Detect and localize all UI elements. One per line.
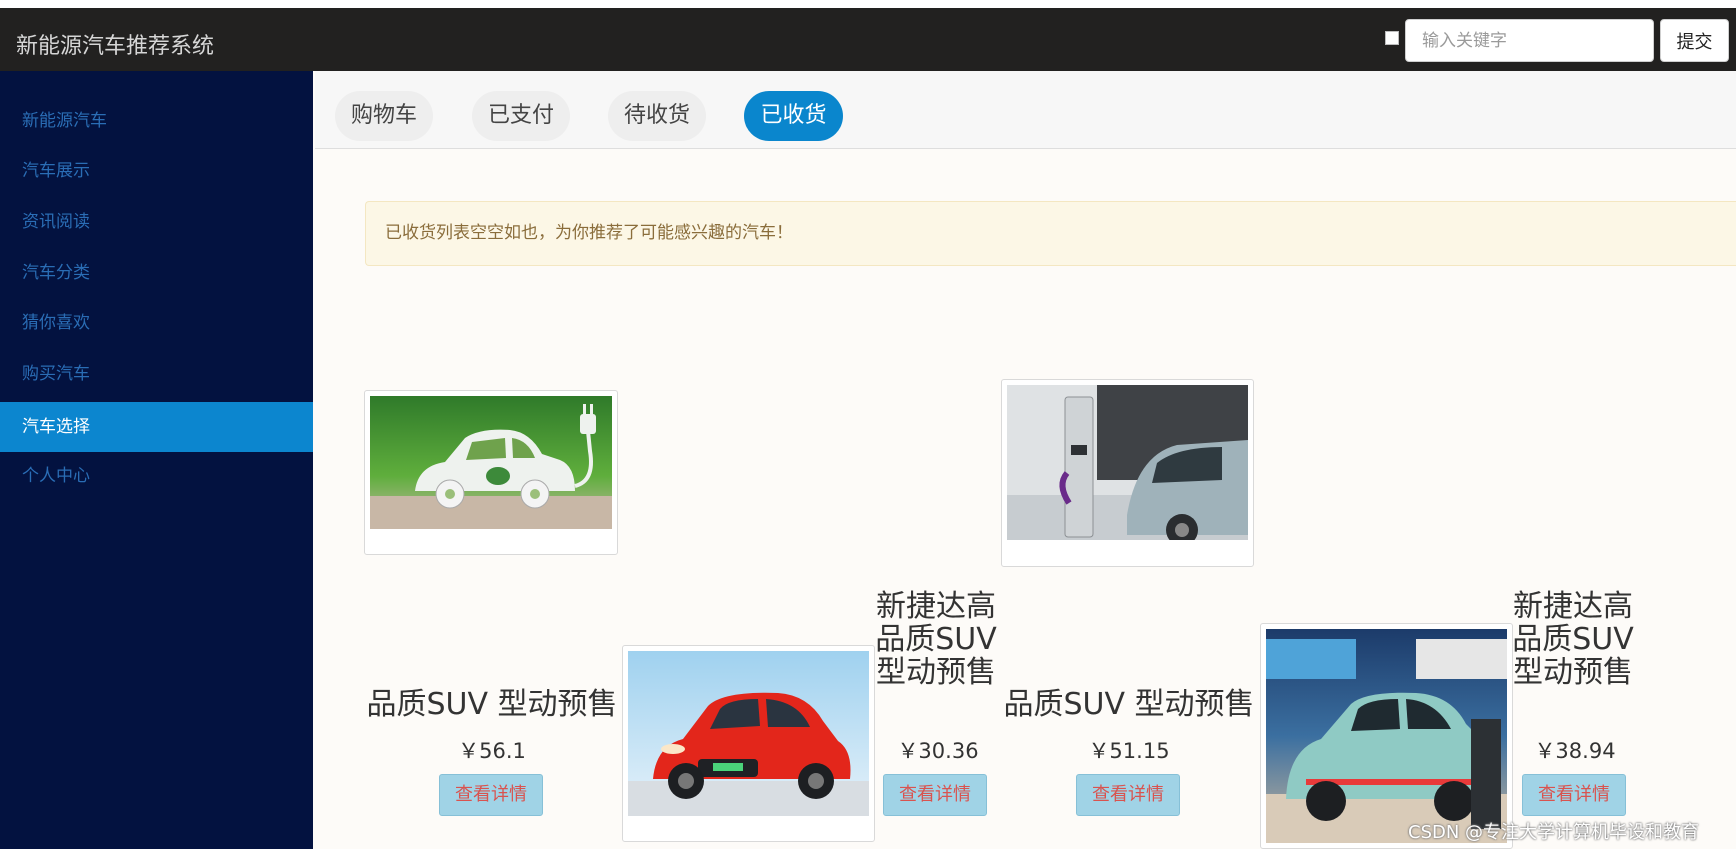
car-image-3[interactable] bbox=[1001, 379, 1254, 567]
sidebar-item-guess-you-like[interactable]: 猜你喜欢 bbox=[0, 298, 313, 348]
order-tabs: 购物车 已支付 待收货 已收货 bbox=[315, 71, 1736, 149]
car-price-2: ￥30.36 bbox=[897, 739, 979, 763]
car-price-3: ￥51.15 bbox=[1088, 739, 1170, 763]
car-price-4: ￥38.94 bbox=[1534, 739, 1616, 763]
sidebar-item-personal-center[interactable]: 个人中心 bbox=[0, 451, 313, 501]
view-details-button-1[interactable]: 查看详情 bbox=[439, 774, 543, 816]
car-image-1[interactable] bbox=[364, 390, 618, 555]
watermark: CSDN @专注大学计算机毕设和教育 bbox=[1408, 822, 1700, 843]
tab-shopping-cart[interactable]: 购物车 bbox=[335, 91, 433, 141]
top-strip bbox=[0, 0, 1736, 8]
charging-station-photo bbox=[1007, 385, 1248, 540]
sidebar-item-car-selection[interactable]: 汽车选择 bbox=[0, 402, 313, 452]
sidebar-item-buy-car[interactable]: 购买汽车 bbox=[0, 349, 313, 399]
car-title-2: 新捷达高品质SUV 型动预售 bbox=[875, 589, 997, 690]
submit-button[interactable]: 提交 bbox=[1660, 19, 1729, 62]
sidebar-item-car-showcase[interactable]: 汽车展示 bbox=[0, 146, 313, 196]
car-title-1: 品质SUV 型动预售 bbox=[366, 687, 618, 722]
nav-checkbox[interactable] bbox=[1385, 31, 1399, 45]
empty-list-alert: 已收货列表空空如也，为你推荐了可能感兴趣的汽车！ bbox=[365, 201, 1736, 266]
tab-paid[interactable]: 已支付 bbox=[472, 91, 570, 141]
sidebar-item-news[interactable]: 资讯阅读 bbox=[0, 197, 313, 247]
top-navbar: 新能源汽车推荐系统 提交 bbox=[0, 8, 1736, 71]
sidebar-item-car-categories[interactable]: 汽车分类 bbox=[0, 248, 313, 298]
view-details-button-4[interactable]: 查看详情 bbox=[1522, 774, 1626, 816]
car-price-1: ￥56.1 bbox=[458, 739, 526, 763]
car-image-4[interactable] bbox=[1260, 623, 1513, 849]
car-title-4: 新捷达高品质SUV 型动预售 bbox=[1512, 589, 1634, 690]
view-details-button-2[interactable]: 查看详情 bbox=[883, 774, 987, 816]
showroom-car-photo bbox=[1266, 629, 1507, 843]
app-title[interactable]: 新能源汽车推荐系统 bbox=[16, 28, 214, 60]
red-car-photo bbox=[628, 651, 869, 816]
tab-awaiting-delivery[interactable]: 待收货 bbox=[608, 91, 706, 141]
car-title-3: 品质SUV 型动预售 bbox=[1003, 687, 1255, 722]
sidebar: 新能源汽车 汽车展示 资讯阅读 汽车分类 猜你喜欢 购买汽车 汽车选择 个人中心 bbox=[0, 71, 313, 849]
search-input[interactable] bbox=[1405, 19, 1654, 62]
view-details-button-3[interactable]: 查看详情 bbox=[1076, 774, 1180, 816]
tab-received[interactable]: 已收货 bbox=[744, 91, 843, 141]
car-image-2[interactable] bbox=[622, 645, 875, 842]
sidebar-item-new-energy-cars[interactable]: 新能源汽车 bbox=[0, 96, 313, 146]
car-leaf-icon bbox=[370, 396, 612, 529]
